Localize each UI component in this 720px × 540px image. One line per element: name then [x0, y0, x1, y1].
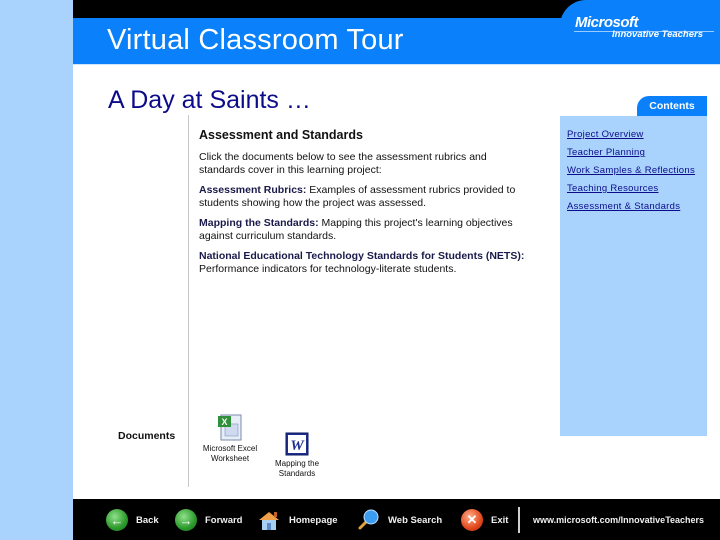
doc-label-line2: Standards	[278, 469, 316, 478]
item-text: Performance indicators for technology-li…	[199, 263, 457, 275]
doc-label-line2: Worksheet	[210, 454, 250, 463]
svg-text:W: W	[290, 438, 305, 454]
footer-divider	[518, 507, 520, 533]
app-title: Virtual Classroom Tour	[107, 24, 404, 56]
item-assessment-rubrics: Assessment Rubrics: Examples of assessme…	[199, 184, 529, 210]
contents-tab: Contents	[637, 96, 707, 116]
left-strip	[0, 0, 73, 540]
excel-document[interactable]: X Microsoft Excel Worksheet	[198, 414, 262, 464]
content-divider	[188, 115, 189, 487]
home-icon	[259, 512, 279, 530]
documents-label: Documents	[118, 430, 176, 442]
homepage-label: Homepage	[289, 514, 338, 526]
forward-arrow-icon: →	[175, 509, 197, 531]
exit-label: Exit	[491, 514, 509, 526]
nav-work-samples[interactable]: Work Samples & Reflections	[567, 165, 695, 176]
doc-label-line1: Mapping the	[274, 459, 320, 468]
back-label: Back	[136, 514, 159, 526]
forward-button[interactable]: → Forward	[175, 509, 242, 531]
intro-text: Click the documents below to see the ass…	[199, 151, 487, 176]
section-title: Assessment and Standards	[199, 128, 363, 142]
nav-teacher-planning[interactable]: Teacher Planning	[567, 147, 645, 158]
item-label: Mapping the Standards:	[199, 217, 319, 229]
magnifier-icon	[358, 509, 379, 530]
exit-x-icon: ✕	[461, 509, 483, 531]
contents-panel	[560, 116, 707, 436]
homepage-button[interactable]: Homepage	[257, 509, 338, 531]
forward-label: Forward	[205, 514, 243, 526]
item-nets: National Educational Technology Standard…	[199, 250, 529, 276]
nav-assessment-standards[interactable]: Assessment & Standards	[567, 201, 680, 212]
word-icon: W	[285, 432, 309, 456]
page-title: A Day at Saints …	[108, 86, 311, 114]
banner-divider	[73, 64, 720, 65]
item-mapping-standards: Mapping the Standards: Mapping this proj…	[199, 217, 529, 243]
doc-label-line1: Microsoft Excel	[202, 444, 258, 453]
mapping-standards-document[interactable]: W Mapping the Standards	[268, 432, 326, 479]
web-search-label: Web Search	[388, 514, 443, 526]
item-label: Assessment Rubrics:	[199, 184, 307, 196]
logo-subtitle: Innovative Teachers	[612, 29, 703, 40]
back-arrow-icon: ←	[106, 509, 128, 531]
innovative-teachers-link[interactable]: www.microsoft.com/InnovativeTeachers	[533, 515, 704, 525]
nav-teaching-resources[interactable]: Teaching Resources	[567, 183, 658, 194]
back-button[interactable]: ← Back	[106, 509, 159, 531]
nav-project-overview[interactable]: Project Overview	[567, 129, 644, 140]
web-search-button[interactable]: Web Search	[356, 509, 442, 531]
excel-icon: X	[218, 414, 242, 441]
item-label: National Educational Technology Standard…	[199, 250, 525, 262]
svg-text:X: X	[221, 417, 227, 427]
exit-button[interactable]: ✕ Exit	[461, 509, 508, 531]
